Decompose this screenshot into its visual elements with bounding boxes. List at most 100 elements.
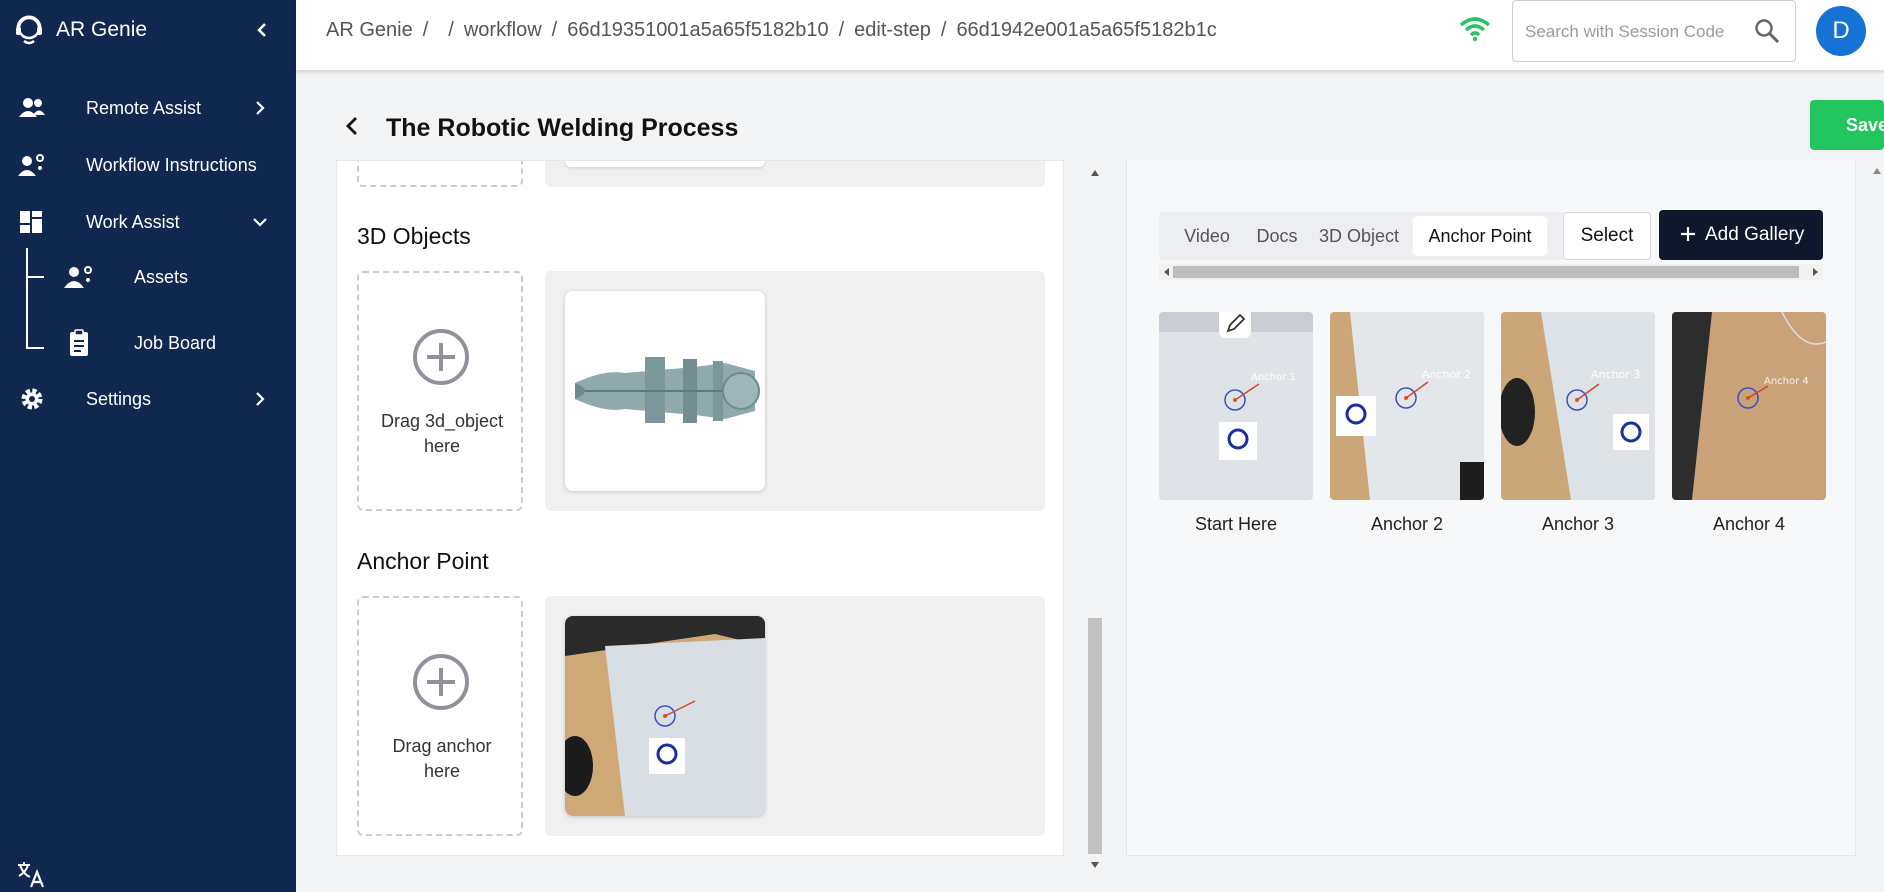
media-box-3d-objects (545, 271, 1045, 511)
breadcrumb-item[interactable]: edit-step (854, 19, 931, 42)
drop-zone-3d-object[interactable]: Drag 3d_object here (357, 271, 523, 511)
gallery-item[interactable]: Anchor 3 Anchor 3 (1501, 312, 1655, 535)
anchor-photo-thumbnail (565, 616, 765, 816)
media-card[interactable] (565, 161, 765, 167)
chevron-right-icon (256, 101, 265, 115)
scroll-left-icon[interactable] (1163, 268, 1171, 276)
tab-video[interactable]: Video (1171, 212, 1243, 260)
step-media-panel: 3D Objects Drag 3d_object here Anchor Po… (336, 160, 1064, 856)
sidebar-item-label: Settings (86, 388, 152, 409)
add-gallery-label: Add Gallery (1705, 224, 1805, 245)
section-title-anchor-point: Anchor Point (357, 548, 489, 574)
genie-logo-icon (16, 15, 42, 45)
plus-icon (1681, 227, 1695, 241)
search-input[interactable] (1525, 19, 1745, 45)
add-circle-icon (413, 329, 469, 385)
scrollbar-thumb[interactable] (1173, 266, 1799, 278)
back-arrow-icon[interactable] (340, 112, 364, 140)
page-title: The Robotic Welding Process (386, 114, 739, 142)
session-search (1512, 0, 1796, 62)
add-circle-icon (413, 654, 469, 710)
page-scrollbar[interactable] (1870, 160, 1884, 876)
app-name: AR Genie (56, 18, 148, 41)
gallery-thumbnail[interactable]: Anchor 3 (1501, 312, 1655, 500)
anchor-image: Anchor 1 (1159, 312, 1313, 500)
tab-docs[interactable]: Docs (1247, 212, 1307, 260)
anchor-overlay-label: Anchor 1 (1251, 372, 1296, 383)
scroll-up-icon[interactable] (1090, 168, 1100, 178)
media-box-anchor (545, 596, 1045, 836)
gallery-item[interactable]: Anchor 4 Anchor 4 (1672, 312, 1826, 535)
pencil-icon (1226, 313, 1246, 333)
gallery-caption: Anchor 2 (1370, 514, 1444, 534)
gallery-thumbnail[interactable]: Anchor 1 (1159, 312, 1313, 500)
anchor-overlay-label: Anchor 3 (1591, 368, 1640, 381)
clipboard-icon (70, 329, 88, 356)
sidebar-item-label: Assets (134, 267, 189, 287)
sidebar-item-job-board[interactable]: Job Board (0, 323, 296, 363)
gallery-item[interactable]: Anchor 1 Start Here (1159, 312, 1313, 535)
sidebar-item-work-assist[interactable]: Work Assist (0, 200, 296, 244)
gallery-tabs: Video Docs 3D Object Anchor Point (1159, 212, 1565, 260)
edit-button[interactable] (1219, 312, 1251, 338)
gallery-caption: Anchor 4 (1712, 514, 1786, 534)
top-bar: AR Genie / / workflow / 66d19351001a5a65… (296, 0, 1884, 70)
tab-anchor-point[interactable]: Anchor Point (1413, 216, 1547, 256)
sidebar-item-settings[interactable]: Settings (0, 377, 296, 421)
avatar[interactable]: D (1816, 6, 1866, 56)
drop-zone-label: Drag anchor here (392, 736, 492, 781)
anchor-image: Anchor 4 (1672, 312, 1826, 500)
anchor-image: Anchor 3 (1501, 312, 1655, 500)
media-card-anchor[interactable] (565, 616, 765, 816)
assets-icon (64, 266, 92, 288)
drop-zone-anchor[interactable]: Drag anchor here (357, 596, 523, 836)
breadcrumb-item[interactable]: AR Genie (326, 19, 413, 42)
dashboard-icon (20, 211, 42, 233)
breadcrumb-item: 66d1942e001a5a65f5182b1c (956, 19, 1217, 41)
page-header: The Robotic Welding Process Save (296, 90, 1884, 160)
tab-3d-object[interactable]: 3D Object (1309, 212, 1409, 260)
drop-zone[interactable] (357, 161, 523, 187)
anchor-image: Anchor 2 (1330, 312, 1484, 500)
chevron-down-icon (253, 218, 267, 227)
sidebar: AR Genie Remote Assist Workflow Instruct… (0, 0, 296, 892)
section-title-3d-objects: 3D Objects (357, 223, 471, 249)
collapse-sidebar-icon[interactable] (250, 16, 274, 44)
anchor-overlay-label: Anchor 2 (1422, 368, 1471, 381)
add-gallery-button[interactable]: Add Gallery (1659, 210, 1823, 260)
vertical-scrollbar[interactable] (1086, 160, 1104, 876)
sidebar-item-label: Workflow Instructions (86, 154, 257, 175)
search-icon[interactable] (1753, 17, 1781, 45)
gallery-panel: Video Docs 3D Object Anchor Point Select… (1126, 160, 1856, 856)
breadcrumb-item[interactable]: workflow (464, 19, 542, 42)
scrollbar-thumb[interactable] (1088, 618, 1102, 854)
scroll-down-icon[interactable] (1090, 860, 1100, 870)
anchor-overlay-label: Anchor 4 (1764, 376, 1809, 387)
select-button[interactable]: Select (1563, 212, 1651, 260)
gallery-thumbnail[interactable]: Anchor 4 (1672, 312, 1826, 500)
tabs-horizontal-scrollbar[interactable] (1159, 264, 1823, 280)
gallery-item[interactable]: Anchor 2 Anchor 2 (1330, 312, 1484, 535)
sidebar-item-assets[interactable]: Assets (0, 257, 296, 297)
wifi-icon (1459, 17, 1491, 42)
sidebar-item-label: Work Assist (86, 211, 180, 232)
media-card-3d-object[interactable] (565, 291, 765, 491)
breadcrumb-item[interactable]: 66d19351001a5a65f5182b10 (567, 19, 828, 42)
sidebar-item-label: Remote Assist (86, 97, 202, 118)
gallery-caption: Anchor 3 (1541, 514, 1615, 534)
breadcrumb-separator: / (838, 19, 845, 41)
sidebar-item-workflow-instructions[interactable]: Workflow Instructions (0, 143, 296, 187)
sidebar-item-remote-assist[interactable]: Remote Assist (0, 86, 296, 130)
workflow-people-icon (18, 154, 44, 176)
gallery-caption: Start Here (1194, 514, 1278, 534)
brand[interactable]: AR Genie (14, 12, 147, 48)
translate-icon[interactable] (16, 860, 46, 888)
save-button[interactable]: Save (1810, 100, 1884, 150)
breadcrumb-separator: / (551, 19, 558, 41)
scroll-up-icon[interactable] (1872, 166, 1882, 176)
scroll-right-icon[interactable] (1811, 268, 1819, 276)
media-box (545, 161, 1045, 187)
sidebar-item-label: Job Board (134, 333, 217, 353)
breadcrumb-separator: / (940, 19, 947, 41)
gallery-thumbnail[interactable]: Anchor 2 (1330, 312, 1484, 500)
